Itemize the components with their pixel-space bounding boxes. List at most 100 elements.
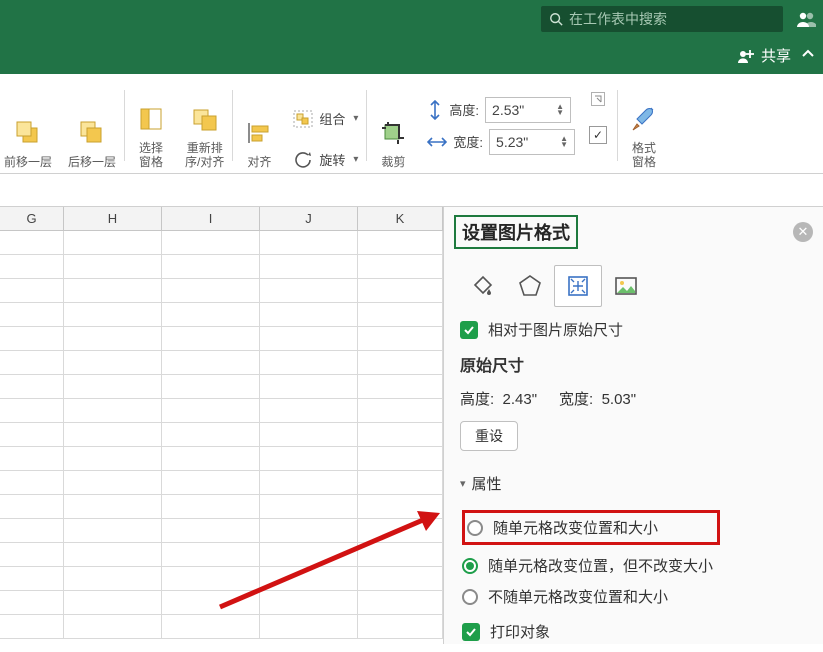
- table-row[interactable]: [0, 375, 443, 399]
- cell[interactable]: [260, 351, 358, 374]
- cell[interactable]: [358, 615, 443, 638]
- radio-move-no-size[interactable]: 随单元格改变位置，但不改变大小: [462, 555, 807, 576]
- cell[interactable]: [64, 471, 162, 494]
- cell[interactable]: [162, 543, 260, 566]
- search-box[interactable]: [541, 6, 783, 32]
- cell[interactable]: [358, 471, 443, 494]
- col-header[interactable]: K: [358, 207, 443, 230]
- cell[interactable]: [358, 495, 443, 518]
- table-row[interactable]: [0, 255, 443, 279]
- worksheet[interactable]: G H I J K: [0, 207, 443, 644]
- reorder-button[interactable]: 重新排 序/对齐: [177, 82, 232, 169]
- cell[interactable]: [260, 591, 358, 614]
- cell[interactable]: [0, 255, 64, 278]
- send-backward-button[interactable]: 后移一层: [60, 82, 124, 169]
- cell[interactable]: [162, 591, 260, 614]
- cell[interactable]: [0, 399, 64, 422]
- table-row[interactable]: [0, 591, 443, 615]
- radio-move-and-size[interactable]: 随单元格改变位置和大小: [467, 517, 711, 538]
- width-input[interactable]: 5.23"▲▼: [489, 129, 575, 155]
- cell[interactable]: [0, 519, 64, 542]
- col-header[interactable]: I: [162, 207, 260, 230]
- cell[interactable]: [64, 375, 162, 398]
- cell[interactable]: [0, 279, 64, 302]
- col-header[interactable]: H: [64, 207, 162, 230]
- cell[interactable]: [358, 447, 443, 470]
- cell[interactable]: [0, 303, 64, 326]
- share-button[interactable]: 共享: [737, 45, 791, 66]
- lock-aspect-checkbox[interactable]: ✓: [589, 126, 607, 144]
- cell[interactable]: [0, 375, 64, 398]
- cell[interactable]: [260, 519, 358, 542]
- cell[interactable]: [260, 447, 358, 470]
- cell[interactable]: [162, 303, 260, 326]
- cell[interactable]: [260, 303, 358, 326]
- cell[interactable]: [162, 615, 260, 638]
- table-row[interactable]: [0, 447, 443, 471]
- cell[interactable]: [260, 615, 358, 638]
- cell[interactable]: [260, 471, 358, 494]
- cell[interactable]: [64, 255, 162, 278]
- table-row[interactable]: [0, 231, 443, 255]
- cell[interactable]: [0, 351, 64, 374]
- cell[interactable]: [358, 567, 443, 590]
- tab-size[interactable]: [554, 265, 602, 307]
- crop-button[interactable]: 裁剪: [367, 82, 419, 169]
- cell[interactable]: [0, 327, 64, 350]
- cell[interactable]: [358, 399, 443, 422]
- cell[interactable]: [358, 255, 443, 278]
- radio-no-move[interactable]: 不随单元格改变位置和大小: [462, 586, 807, 607]
- cell[interactable]: [358, 591, 443, 614]
- close-panel-button[interactable]: ✕: [793, 222, 813, 242]
- cell[interactable]: [260, 567, 358, 590]
- cell[interactable]: [162, 519, 260, 542]
- cell[interactable]: [162, 327, 260, 350]
- cell[interactable]: [64, 615, 162, 638]
- tab-effects[interactable]: [506, 265, 554, 307]
- tab-picture[interactable]: [602, 265, 650, 307]
- cell[interactable]: [64, 327, 162, 350]
- cell[interactable]: [358, 351, 443, 374]
- cell[interactable]: [260, 375, 358, 398]
- cell[interactable]: [64, 447, 162, 470]
- cell[interactable]: [0, 447, 64, 470]
- group-button[interactable]: 组合▾: [293, 109, 358, 128]
- cell[interactable]: [64, 279, 162, 302]
- cell[interactable]: [162, 495, 260, 518]
- cell[interactable]: [358, 423, 443, 446]
- cell[interactable]: [64, 231, 162, 254]
- cell[interactable]: [64, 399, 162, 422]
- cell[interactable]: [0, 423, 64, 446]
- cell[interactable]: [358, 519, 443, 542]
- cell[interactable]: [358, 279, 443, 302]
- cell[interactable]: [260, 327, 358, 350]
- relative-to-original-checkbox[interactable]: 相对于图片原始尺寸: [460, 319, 807, 340]
- cell[interactable]: [162, 279, 260, 302]
- cell[interactable]: [260, 495, 358, 518]
- cell[interactable]: [64, 519, 162, 542]
- cell[interactable]: [260, 543, 358, 566]
- cell[interactable]: [162, 255, 260, 278]
- table-row[interactable]: [0, 495, 443, 519]
- table-row[interactable]: [0, 399, 443, 423]
- cell[interactable]: [162, 375, 260, 398]
- cell[interactable]: [260, 255, 358, 278]
- table-row[interactable]: [0, 615, 443, 639]
- cell[interactable]: [64, 567, 162, 590]
- table-row[interactable]: [0, 279, 443, 303]
- print-object-checkbox[interactable]: 打印对象: [462, 621, 807, 642]
- collapse-ribbon-button[interactable]: [801, 47, 815, 65]
- cell[interactable]: [162, 399, 260, 422]
- bring-forward-button[interactable]: 前移一层: [0, 82, 60, 169]
- cell[interactable]: [162, 231, 260, 254]
- cell[interactable]: [358, 327, 443, 350]
- tab-fill[interactable]: [458, 265, 506, 307]
- properties-section-header[interactable]: ▾ 属性: [460, 473, 807, 494]
- cell[interactable]: [358, 543, 443, 566]
- table-row[interactable]: [0, 567, 443, 591]
- cell[interactable]: [0, 231, 64, 254]
- dialog-launcher-icon[interactable]: [591, 92, 605, 106]
- search-input[interactable]: [569, 11, 775, 27]
- table-row[interactable]: [0, 471, 443, 495]
- cell[interactable]: [358, 303, 443, 326]
